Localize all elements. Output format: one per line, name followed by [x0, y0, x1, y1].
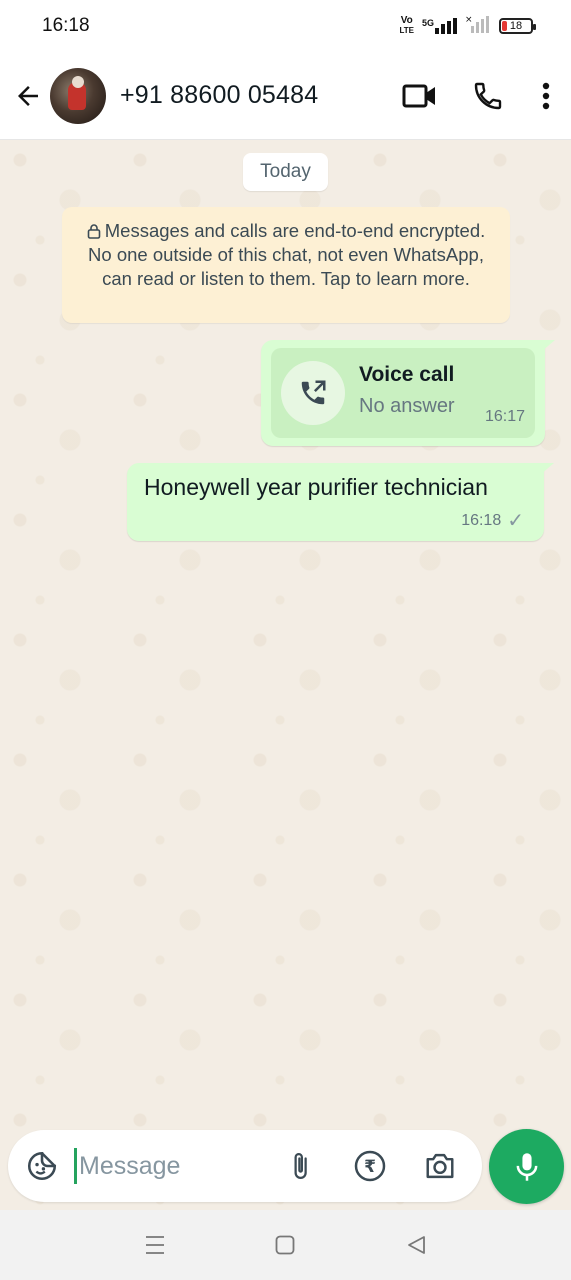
- more-vert-icon: [542, 82, 550, 109]
- battery-level: [502, 21, 507, 31]
- text-cursor: [74, 1148, 77, 1184]
- encryption-notice[interactable]: Messages and calls are end-to-end encryp…: [62, 207, 510, 323]
- signal-5g-icon: 5G: [422, 18, 457, 34]
- emoji-button[interactable]: [22, 1146, 62, 1186]
- text-message[interactable]: Honeywell year purifier technician 16:18…: [127, 463, 554, 541]
- system-nav-bar: [0, 1210, 571, 1280]
- recents-button[interactable]: [130, 1220, 180, 1270]
- signal-no-service-icon: ×: [465, 15, 491, 38]
- status-icons: Vo LTE 5G × 18: [399, 15, 536, 38]
- attach-button[interactable]: [277, 1143, 323, 1189]
- home-button[interactable]: [260, 1220, 310, 1270]
- camera-icon: [426, 1153, 454, 1179]
- sticker-icon: [27, 1151, 57, 1181]
- call-icon-circle: [281, 361, 345, 425]
- svg-text:×: ×: [465, 15, 473, 25]
- back-button[interactable]: [6, 74, 50, 118]
- bubble-tail: [541, 340, 555, 352]
- back-nav-button[interactable]: [391, 1220, 441, 1270]
- message-time: 16:18: [461, 511, 502, 529]
- sent-tick-icon: ✓: [507, 510, 524, 532]
- message-meta: 16:18 ✓: [461, 508, 524, 533]
- message-text: Honeywell year purifier technician: [144, 474, 488, 500]
- chat-header: +91 88600 05484: [0, 52, 571, 140]
- volte-indicator: Vo LTE: [399, 15, 414, 36]
- encryption-notice-text: Messages and calls are end-to-end encryp…: [88, 220, 486, 289]
- triangle-back-icon: [407, 1236, 425, 1254]
- call-texts: Voice call No answer: [359, 363, 455, 418]
- message-time: 16:17: [484, 408, 525, 425]
- video-call-icon: [402, 84, 435, 107]
- message-input[interactable]: [79, 1151, 269, 1181]
- composer: ₹: [8, 1130, 482, 1202]
- microphone-icon: [516, 1152, 537, 1181]
- payment-button[interactable]: ₹: [347, 1143, 393, 1189]
- square-icon: [276, 1235, 295, 1255]
- call-status: No answer: [359, 394, 455, 417]
- composer-actions: ₹: [277, 1143, 463, 1189]
- chat-area[interactable]: Today Messages and calls are end-to-end …: [0, 140, 571, 1210]
- call-card[interactable]: Voice call No answer 16:17: [271, 348, 535, 438]
- phone-icon: [474, 82, 502, 109]
- back-arrow-icon: [18, 85, 38, 106]
- camera-button[interactable]: [417, 1143, 463, 1189]
- paperclip-icon: [294, 1153, 307, 1179]
- bubble-tail: [540, 463, 554, 475]
- call-title: Voice call: [359, 362, 455, 386]
- date-chip: Today: [243, 153, 328, 191]
- svg-text:₹: ₹: [364, 1157, 376, 1177]
- menu-lines-icon: [146, 1236, 165, 1254]
- battery-icon: 18: [499, 18, 536, 34]
- call-message[interactable]: Voice call No answer 16:17: [261, 340, 555, 446]
- video-call-button[interactable]: [395, 71, 445, 121]
- battery-percent: 18: [509, 20, 523, 32]
- avatar[interactable]: [50, 67, 106, 124]
- status-bar: 16:18 Vo LTE 5G × 18: [0, 0, 571, 52]
- status-time: 16:18: [42, 15, 90, 36]
- outgoing-call-icon: [301, 380, 326, 405]
- voice-record-button[interactable]: [489, 1129, 564, 1204]
- voice-call-button[interactable]: [463, 71, 513, 121]
- contact-name[interactable]: +91 88600 05484: [120, 81, 395, 110]
- header-actions: [395, 71, 561, 121]
- more-options-button[interactable]: [531, 71, 561, 121]
- lock-icon: [87, 224, 101, 239]
- rupee-icon: ₹: [354, 1150, 386, 1182]
